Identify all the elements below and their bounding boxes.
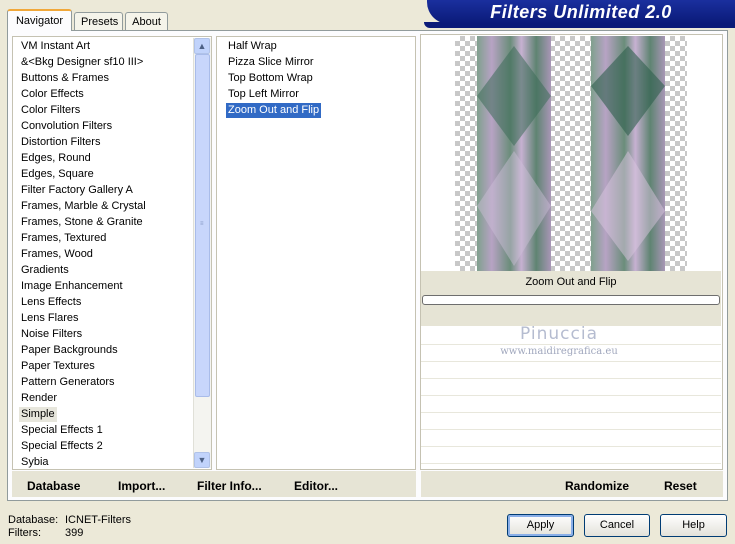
category-item[interactable]: Frames, Stone & Granite xyxy=(19,215,145,230)
category-item[interactable]: Sybia xyxy=(19,455,51,469)
filter-item[interactable]: Half Wrap xyxy=(226,39,279,54)
tab-about[interactable]: About xyxy=(125,12,168,30)
app-logo-banner: Filters Unlimited 2.0 xyxy=(427,0,735,24)
filter-item[interactable]: Top Bottom Wrap xyxy=(226,71,315,86)
category-item[interactable]: Simple xyxy=(19,407,57,422)
category-item[interactable]: Frames, Wood xyxy=(19,247,95,262)
reset-button[interactable]: Reset xyxy=(664,479,697,493)
category-item[interactable]: Gradients xyxy=(19,263,71,278)
category-item[interactable]: Lens Flares xyxy=(19,311,80,326)
filter-info-button[interactable]: Filter Info... xyxy=(197,479,262,493)
database-value: ICNET-Filters xyxy=(65,514,131,526)
category-scrollbar[interactable]: ▲ ≡ ▼ xyxy=(193,38,211,468)
filter-item[interactable]: Zoom Out and Flip xyxy=(226,103,322,118)
filters-count: 399 xyxy=(65,527,84,539)
category-item[interactable]: Convolution Filters xyxy=(19,119,114,134)
preview-image xyxy=(422,36,721,271)
tab-presets[interactable]: Presets xyxy=(74,12,123,30)
category-item[interactable]: Frames, Textured xyxy=(19,231,108,246)
grip-icon: ≡ xyxy=(200,221,204,227)
param-row-divider xyxy=(421,344,721,345)
help-button[interactable]: Help xyxy=(660,514,727,537)
category-list[interactable]: VM Instant Art &<Bkg Designer sf10 III> Bu… xyxy=(12,36,212,470)
watermark-name: Pinuccia xyxy=(520,324,598,344)
param-row-divider xyxy=(421,446,721,447)
editor-button[interactable]: Editor... xyxy=(294,479,338,493)
apply-button[interactable]: Apply xyxy=(507,514,574,537)
category-item[interactable]: Color Effects xyxy=(19,87,86,102)
category-item[interactable]: Paper Backgrounds xyxy=(19,343,120,358)
param-row-divider xyxy=(421,463,721,464)
scroll-up-icon[interactable]: ▲ xyxy=(194,38,210,54)
database-button[interactable]: Database xyxy=(27,479,80,493)
filter-item[interactable]: Top Left Mirror xyxy=(226,87,301,102)
category-item[interactable]: Frames, Marble & Crystal xyxy=(19,199,148,214)
category-item[interactable]: &<Bkg Designer sf10 III> xyxy=(19,55,145,70)
transparency-checker xyxy=(455,36,687,271)
param-row-divider xyxy=(421,395,721,396)
category-item[interactable]: Paper Textures xyxy=(19,359,97,374)
filter-items: Half Wrap Pizza Slice Mirror Top Bottom Wr… xyxy=(226,39,414,469)
category-item[interactable]: Render xyxy=(19,391,59,406)
cancel-button[interactable]: Cancel xyxy=(584,514,650,537)
category-item[interactable]: Special Effects 2 xyxy=(19,439,105,454)
filter-list[interactable]: Half Wrap Pizza Slice Mirror Top Bottom Wr… xyxy=(216,36,416,470)
preview-caption: Zoom Out and Flip xyxy=(525,276,617,288)
category-item[interactable]: Edges, Square xyxy=(19,167,96,182)
category-item[interactable]: Color Filters xyxy=(19,103,82,118)
category-item[interactable]: Edges, Round xyxy=(19,151,93,166)
database-label: Database: xyxy=(8,514,59,526)
param-row-divider xyxy=(421,412,721,413)
filters-label: Filters: xyxy=(8,527,41,539)
category-item[interactable]: VM Instant Art xyxy=(19,39,92,54)
category-items: VM Instant Art &<Bkg Designer sf10 III> Bu… xyxy=(19,39,204,469)
param-row-divider xyxy=(421,429,721,430)
category-item[interactable]: Special Effects 1 xyxy=(19,423,105,438)
param-row-divider xyxy=(421,378,721,379)
watermark-site: www.maidiregrafica.eu xyxy=(500,346,618,357)
tab-navigator[interactable]: Navigator xyxy=(7,9,72,31)
category-item[interactable]: Noise Filters xyxy=(19,327,84,342)
preview-shapes xyxy=(477,46,665,266)
category-item[interactable]: Buttons & Frames xyxy=(19,71,111,86)
category-item[interactable]: Image Enhancement xyxy=(19,279,125,294)
filter-item[interactable]: Pizza Slice Mirror xyxy=(226,55,316,70)
category-item[interactable]: Pattern Generators xyxy=(19,375,117,390)
progress-bar xyxy=(422,295,720,305)
category-item[interactable]: Distortion Filters xyxy=(19,135,102,150)
param-row-divider xyxy=(421,361,721,362)
category-item[interactable]: Filter Factory Gallery A xyxy=(19,183,135,198)
randomize-button[interactable]: Randomize xyxy=(565,479,629,493)
scroll-down-icon[interactable]: ▼ xyxy=(194,452,210,468)
category-item[interactable]: Lens Effects xyxy=(19,295,83,310)
import-button[interactable]: Import... xyxy=(118,479,165,493)
